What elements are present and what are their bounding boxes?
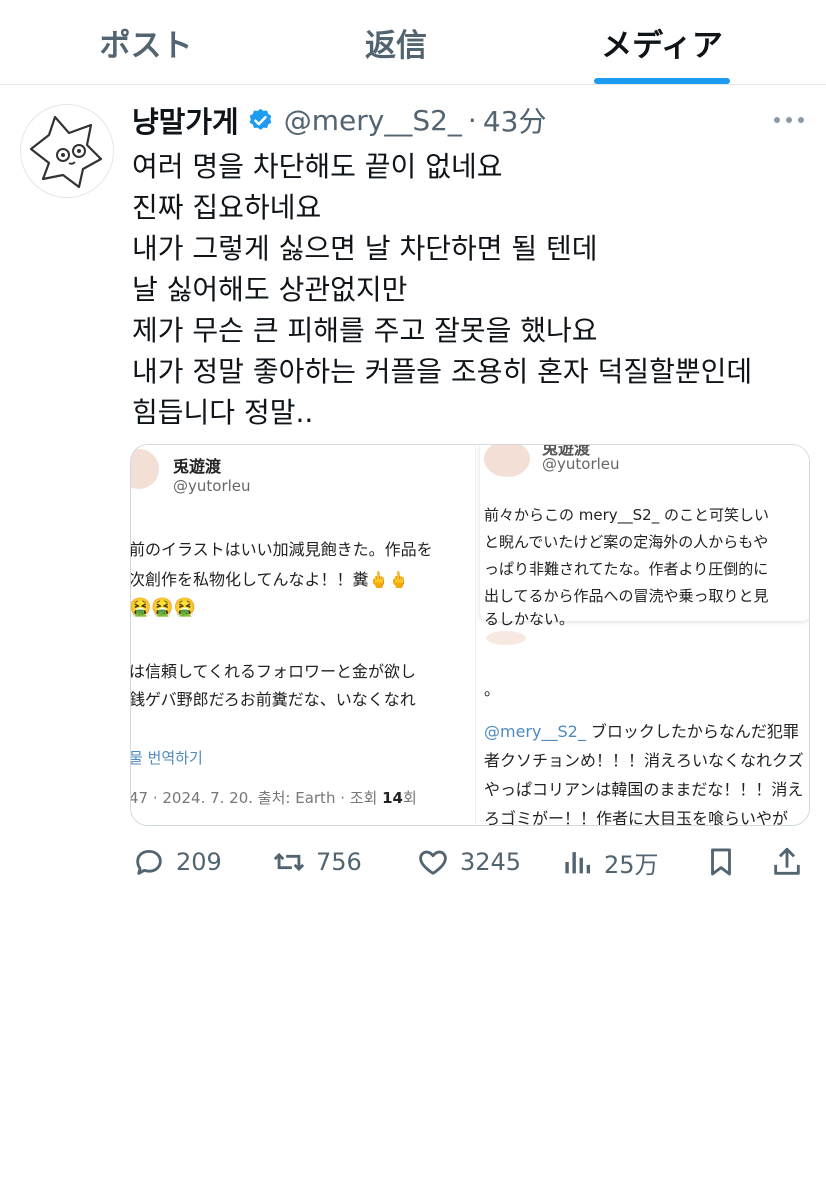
tweet-action-bar: 209 756 3245 25万 (0, 836, 826, 888)
avatar-cat-drawing (29, 115, 103, 189)
screenshot-meta: 47 · 2024. 7. 20. 출처: Earth · 조회 14회 (131, 787, 417, 808)
screenshot-name: 兎遊渡 (173, 457, 222, 476)
screenshot-left: 兎遊渡 @yutorleu 前のイラストはいい加減見飽きた。作品を 次創作を私物… (131, 445, 471, 825)
tab-replies[interactable]: 返信 (310, 0, 482, 84)
screenshot-meta-suffix: 회 (403, 789, 417, 807)
tweet-line: 힘듭니다 정말.. (132, 396, 314, 429)
separator-dot: · (467, 103, 477, 137)
screenshot-text-line: @mery__S2_ ブロックしたからなんだ犯罪 (484, 717, 799, 746)
more-icon[interactable] (772, 110, 806, 130)
tweet-text: 여러 명을 차단해도 끝이 없네요 진짜 집요하네요 내가 그렇게 싫으면 날 … (132, 146, 812, 433)
tweet-line: 내가 그렇게 싫으면 날 차단하면 될 텐데 (132, 232, 598, 265)
views-button[interactable]: 25万 (560, 836, 659, 888)
like-count: 3245 (460, 848, 522, 876)
screenshot-text-line: るしかない。 (484, 610, 575, 628)
screenshot-text-line: やっぱコリアンは韓国のままだな！！！消え (484, 780, 804, 799)
share-icon (774, 847, 800, 875)
bookmark-button[interactable] (704, 836, 738, 888)
views-count: 25万 (604, 850, 659, 879)
tweet-line: 날 싫어해도 상관없지만 (132, 273, 408, 306)
screenshot-period: 。 (484, 680, 501, 699)
tweet-line: 내가 정말 좋아하는 커플을 조용히 혼자 덕질할뿐인데 (132, 355, 753, 388)
screenshot-text-line: っぱり非難されてたな。作者より圧倒的に (484, 560, 769, 578)
screenshot-avatar (131, 449, 159, 489)
bookmark-icon (711, 848, 731, 876)
screenshot-text-line: 🤮🤮🤮 (131, 597, 197, 618)
repost-count: 756 (316, 848, 362, 876)
screenshot-meta-prefix: 47 · 2024. 7. 20. 출처: Earth · 조회 (131, 789, 383, 807)
author-handle[interactable]: @mery__S2_ (284, 104, 462, 137)
profile-tabs: ポスト 返信 メディア (0, 0, 826, 85)
author-name[interactable]: 냥말가게 (132, 99, 239, 141)
reply-button[interactable]: 209 (132, 836, 222, 888)
share-button[interactable] (770, 836, 804, 888)
tab-posts[interactable]: ポスト (60, 0, 232, 84)
screenshot-right-card: 兎遊渡 @yutorleu 前々からこの mery__S2_ のこと可笑しい と… (480, 445, 809, 628)
repost-button[interactable]: 756 (272, 836, 362, 888)
screenshot-text-line: 銭ゲバ野郎だろお前糞だな、いなくなれ (131, 690, 416, 709)
tweet-line: 진짜 집요하네요 (132, 191, 322, 224)
screenshot-mention: @mery__S2_ (484, 722, 586, 741)
verified-badge-icon (247, 107, 274, 134)
screenshot-text-line: 前のイラストはいい加減見飽きた。作品を (131, 540, 433, 559)
media-attachment[interactable]: 兎遊渡 @yutorleu 前のイラストはいい加減見飽きた。作品を 次創作を私物… (130, 444, 810, 826)
tweet-line: 여러 명을 차단해도 끝이 없네요 (132, 150, 503, 183)
screenshot-handle: @yutorleu (542, 455, 620, 473)
views-icon (565, 852, 591, 874)
repost-icon (273, 852, 305, 872)
screenshot-text-line: 前々からこの mery__S2_ のこと可笑しい (484, 506, 769, 524)
tab-media[interactable]: メディア (574, 0, 750, 84)
active-tab-indicator (594, 78, 730, 84)
tweet-header: 냥말가게 @mery__S2_ · 43分 (132, 100, 546, 140)
screenshot-text-line: と睨んでいたけど案の定海外の人からもや (484, 533, 769, 551)
avatar[interactable] (20, 104, 114, 198)
tweet-time[interactable]: 43分 (483, 100, 547, 140)
screenshot-avatar (484, 445, 530, 477)
reply-icon (136, 849, 162, 875)
screenshot-translate: 물 번역하기 (131, 749, 203, 767)
screenshot-right: 。 @mery__S2_ ブロックしたからなんだ犯罪 者クソチョンめ！！！消えろ… (475, 445, 809, 825)
screenshot-text-line: ろゴミがー！！作者に大目玉を喰らいやが (484, 809, 789, 825)
like-button[interactable]: 3245 (416, 836, 521, 888)
tweet-line: 제가 무슨 큰 피해를 주고 잘못을 했나요 (132, 314, 598, 347)
screenshot-text-line: 者クソチョンめ！！！消えろいなくなれクズ (484, 751, 804, 770)
screenshot-meta-views: 14 (382, 789, 403, 807)
reply-count: 209 (176, 848, 222, 876)
like-icon (419, 850, 447, 875)
screenshot-text-rest: ブロックしたからなんだ犯罪 (585, 722, 799, 741)
screenshot-text-line: 次創作を私物化してんなよ！！糞🖕🖕 (131, 570, 409, 589)
screenshot-handle: @yutorleu (173, 477, 251, 495)
screenshot-text-line: は信頼してくれるフォロワーと金が欲し (131, 662, 417, 681)
